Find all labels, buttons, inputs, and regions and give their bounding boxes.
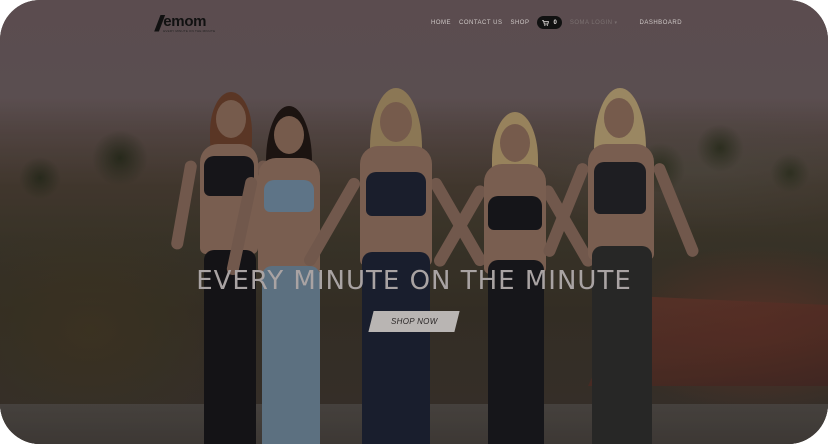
nav-home-link[interactable]: HOME <box>431 20 451 26</box>
logo-mark: // <box>155 11 163 36</box>
logo-text: emom EVERY MINUTE ON THE MINUTE <box>163 14 215 33</box>
nav-shop-link[interactable]: SHOP <box>510 20 529 26</box>
hero-dark-overlay <box>0 0 828 444</box>
nav-contact-link[interactable]: CONTACT US <box>459 20 502 26</box>
logo-wordmark: emom <box>163 13 207 30</box>
site-header: // emom EVERY MINUTE ON THE MINUTE HOME … <box>0 0 828 46</box>
cart-button[interactable]: 0 <box>537 16 562 29</box>
account-menu[interactable]: SOMA LOGIN ▾ <box>570 20 618 26</box>
page-frame: // emom EVERY MINUTE ON THE MINUTE HOME … <box>0 0 828 444</box>
cart-count: 0 <box>553 19 557 26</box>
shop-now-button[interactable]: SHOP NOW <box>368 311 460 332</box>
chevron-down-icon: ▾ <box>614 19 618 26</box>
brand-logo[interactable]: // emom EVERY MINUTE ON THE MINUTE <box>155 11 215 36</box>
hero-headline: EVERY MINUTE ON THE MINUTE <box>196 266 632 296</box>
nav-dashboard-link[interactable]: DASHBOARD <box>640 20 683 26</box>
cart-icon <box>542 19 550 26</box>
shop-now-label: SHOP NOW <box>390 317 438 326</box>
main-nav: HOME CONTACT US SHOP 0 SOMA LOGIN ▾ DASHB… <box>431 16 690 29</box>
account-menu-label: SOMA LOGIN <box>569 19 613 26</box>
logo-tagline: EVERY MINUTE ON THE MINUTE <box>163 29 216 33</box>
